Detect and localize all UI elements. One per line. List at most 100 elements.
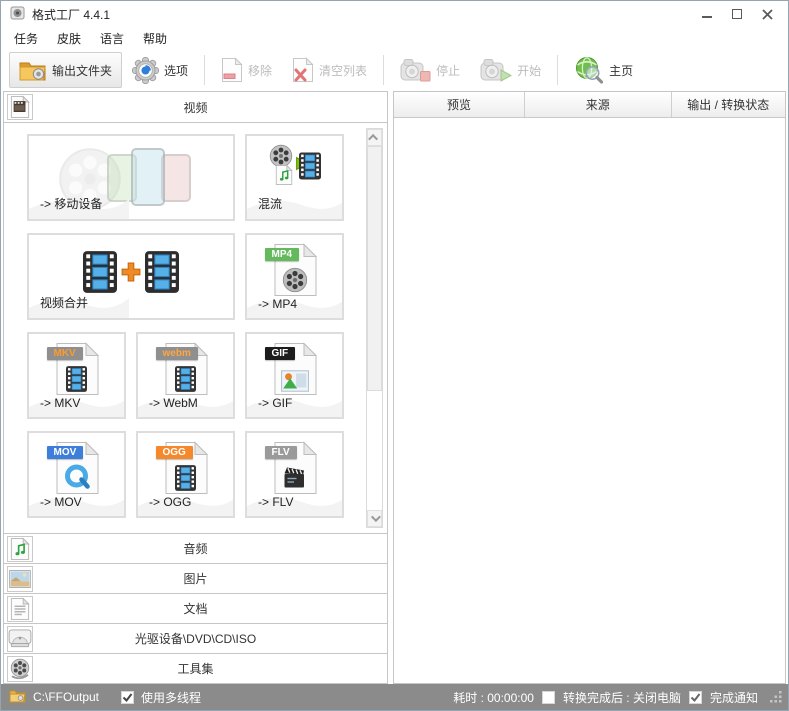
title-bar: 格式工厂 4.4.1: [1, 1, 788, 27]
minimize-button[interactable]: [692, 3, 722, 25]
menu-bar: 任务 皮肤 语言 帮助: [1, 27, 788, 49]
disc-category-label: 光驱设备\DVD\CD\ISO: [134, 632, 257, 646]
column-output-status[interactable]: 输出 / 转换状态: [672, 92, 785, 117]
card-to-flv[interactable]: FLV -> FLV: [245, 431, 344, 518]
remove-button[interactable]: 移除: [211, 52, 282, 88]
maximize-button[interactable]: [722, 3, 752, 25]
queue-panel: 预览 来源 输出 / 转换状态: [393, 91, 786, 684]
start-button[interactable]: 开始: [470, 52, 551, 88]
category-video-header[interactable]: 视频: [4, 92, 387, 122]
format-badge: GIF: [264, 347, 296, 360]
remove-icon: [222, 57, 243, 82]
card-to-mkv[interactable]: MKV -> MKV: [27, 332, 126, 419]
video-category-label: 视频: [183, 100, 208, 115]
column-output-status-label: 输出 / 转换状态: [687, 98, 770, 112]
card-to-webm[interactable]: webm -> WebM: [136, 332, 235, 419]
notify-checkbox[interactable]: [688, 690, 702, 704]
column-source[interactable]: 来源: [525, 92, 672, 117]
column-preview[interactable]: 预览: [394, 92, 525, 117]
minimize-icon: [702, 16, 712, 18]
toolbar-separator: [557, 55, 559, 85]
phone-watermark-icon: [131, 148, 165, 206]
column-source-label: 来源: [585, 98, 610, 112]
close-icon: [761, 8, 773, 20]
chevron-up-icon: [368, 133, 379, 144]
menu-language[interactable]: 语言: [100, 30, 124, 47]
output-path[interactable]: C:\FFOutput: [33, 690, 99, 704]
start-icon: [480, 59, 513, 82]
card-to-gif[interactable]: GIF -> GIF: [245, 332, 344, 419]
output-folder-label: 输出文件夹: [52, 63, 113, 78]
phone-watermark-icon: [161, 154, 191, 202]
category-document[interactable]: 文档: [4, 593, 387, 623]
ogg-file-icon: OGG: [155, 441, 209, 495]
card-to-mp4[interactable]: MP4 -> MP4: [245, 233, 344, 320]
document-category-label: 文档: [183, 602, 208, 616]
gear-icon: [132, 56, 160, 84]
card-label: -> GIF: [258, 396, 293, 410]
remove-label: 移除: [248, 63, 273, 78]
stop-button[interactable]: 停止: [390, 52, 470, 88]
toolbar: 输出文件夹 选项 移除 清空列表 停止 开始 主页: [1, 49, 788, 91]
toolbar-separator: [204, 55, 206, 85]
multithread-label: 使用多线程: [141, 690, 202, 705]
menu-task[interactable]: 任务: [14, 30, 38, 47]
card-video-join[interactable]: 视频合并: [27, 233, 235, 320]
clear-list-button[interactable]: 清空列表: [282, 52, 377, 88]
app-window: 格式工厂 4.4.1 任务 皮肤 语言 帮助 输出文件夹 选项 移除 清空列表 …: [0, 0, 789, 711]
main-area: 视频 -> 移动设备 混流 视频合并 MP4 -> MP4 MKV -> MKV…: [1, 91, 788, 684]
start-label: 开始: [517, 63, 542, 78]
menu-skin[interactable]: 皮肤: [57, 30, 81, 47]
globe-icon: [576, 57, 604, 84]
format-badge: MOV: [46, 446, 84, 459]
home-button[interactable]: 主页: [564, 52, 643, 88]
resize-grip[interactable]: [770, 691, 782, 703]
close-button[interactable]: [752, 3, 782, 25]
video-join-icon: [83, 251, 179, 293]
category-disc[interactable]: 光驱设备\DVD\CD\ISO: [4, 623, 387, 653]
format-grid-scrollbar[interactable]: [366, 128, 383, 528]
menu-help[interactable]: 帮助: [143, 30, 167, 47]
column-preview-label: 预览: [446, 98, 471, 112]
options-button[interactable]: 选项: [122, 52, 198, 88]
flv-file-icon: FLV: [264, 441, 318, 495]
format-badge: FLV: [264, 446, 297, 459]
category-picture[interactable]: 图片: [4, 563, 387, 593]
multithread-checkbox[interactable]: [121, 690, 135, 704]
plus-icon: [121, 262, 141, 282]
maximize-icon: [732, 9, 742, 19]
card-mux[interactable]: 混流: [245, 134, 344, 221]
status-bar: C:\FFOutput 使用多线程 耗时 : 00:00:00 转换完成后 : …: [1, 684, 788, 710]
shutdown-checkbox[interactable]: [541, 690, 555, 704]
notify-label: 完成通知: [709, 690, 758, 705]
options-label: 选项: [164, 63, 189, 78]
card-mobile-device[interactable]: -> 移动设备: [27, 134, 235, 221]
card-label: -> OGG: [149, 495, 192, 509]
format-panel: 视频 -> 移动设备 混流 视频合并 MP4 -> MP4 MKV -> MKV…: [3, 91, 388, 684]
webm-file-icon: webm: [155, 342, 209, 396]
clear-list-icon: [293, 57, 314, 82]
check-icon: [690, 692, 701, 702]
card-to-ogg[interactable]: OGG -> OGG: [136, 431, 235, 518]
card-to-mov[interactable]: MOV -> MOV: [27, 431, 126, 518]
format-badge: webm: [155, 347, 198, 360]
output-folder-button[interactable]: 输出文件夹: [9, 52, 123, 88]
video-format-grid: -> 移动设备 混流 视频合并 MP4 -> MP4 MKV -> MKV we…: [4, 122, 387, 533]
scroll-down-button[interactable]: [367, 510, 382, 527]
picture-category-label: 图片: [183, 572, 208, 586]
category-toolkit[interactable]: 工具集: [4, 653, 387, 683]
clear-list-label: 清空列表: [319, 63, 368, 78]
shutdown-label: 转换完成后 : 关闭电脑: [562, 690, 681, 705]
queue-header: 预览 来源 输出 / 转换状态: [394, 92, 785, 118]
queue-list[interactable]: [394, 118, 785, 683]
card-label: -> 移动设备: [40, 197, 103, 211]
audio-category-label: 音频: [183, 542, 208, 556]
format-badge: MKV: [46, 347, 83, 360]
window-title: 格式工厂 4.4.1: [32, 7, 111, 22]
app-icon: [10, 5, 26, 24]
category-audio[interactable]: 音频: [4, 533, 387, 563]
scroll-up-button[interactable]: [367, 129, 382, 146]
scrollbar-thumb[interactable]: [367, 146, 382, 391]
card-label: -> MP4: [258, 297, 298, 311]
card-label: 混流: [258, 197, 283, 211]
